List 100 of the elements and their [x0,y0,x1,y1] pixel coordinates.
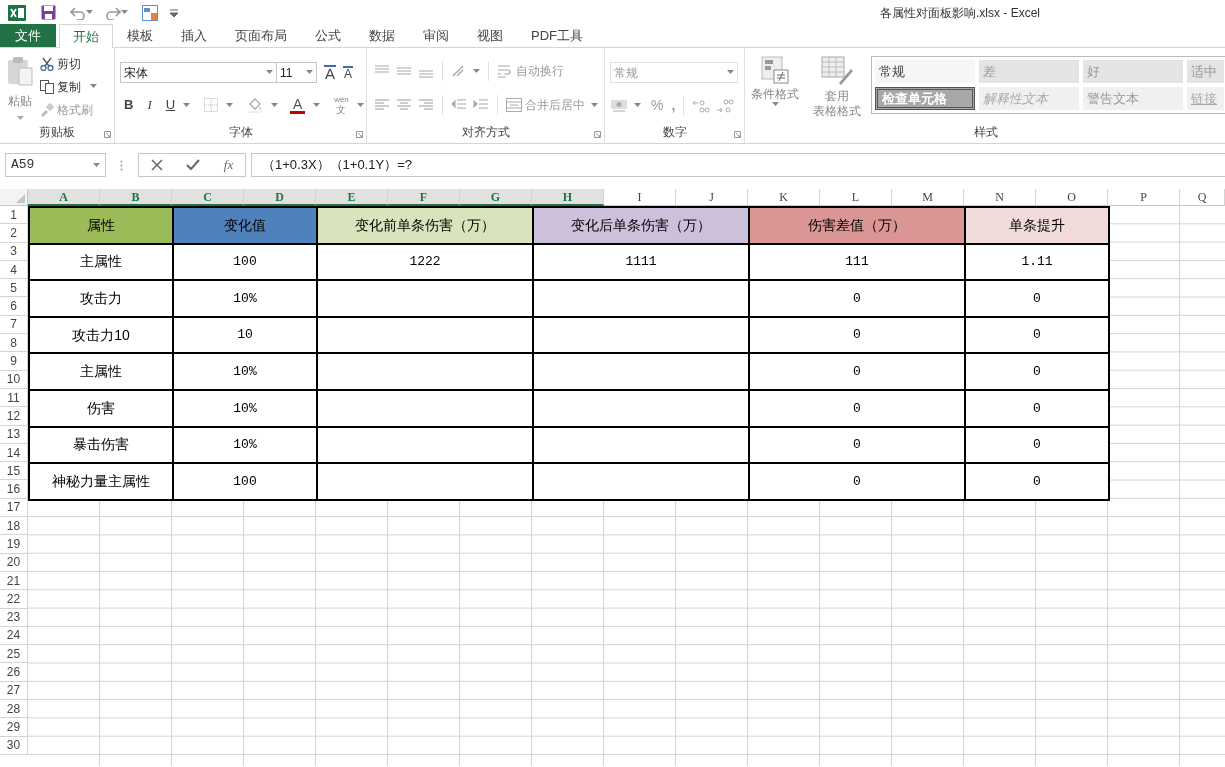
row-header[interactable]: 30 [0,736,28,755]
column-header[interactable]: D [244,189,316,206]
caret-icon[interactable] [313,102,321,108]
file-tab[interactable]: 文件 [0,24,56,47]
select-all-icon[interactable] [16,194,25,203]
italic-button[interactable]: I [147,95,152,115]
save-icon[interactable] [41,5,56,20]
ribbon-tab[interactable]: 审阅 [409,24,463,47]
column-header[interactable]: H [532,189,604,206]
ribbon-tab[interactable]: 模板 [113,24,167,47]
more-vertical-icon [120,159,123,171]
align-left-icon[interactable] [374,98,390,112]
column-header[interactable]: N [964,189,1036,206]
column-header[interactable]: I [604,189,676,206]
fill-bucket-icon[interactable] [247,97,264,113]
column-header[interactable]: F [388,189,460,206]
font-color-button[interactable]: A [290,96,306,114]
increase-indent-icon[interactable] [473,98,489,112]
row-header[interactable]: 19 [0,535,28,554]
column-header[interactable]: C [172,189,244,206]
group-label: 样式 [974,124,998,141]
table-cell: 10% [174,427,318,465]
increase-decimal-icon[interactable] [692,98,711,113]
customize-caret-icon[interactable] [170,8,178,17]
paste-button[interactable]: 粘贴 [0,48,40,121]
column-header[interactable]: L [820,189,892,206]
column-header[interactable]: P [1108,189,1180,206]
row-header[interactable]: 20 [0,553,28,572]
ribbon-tab[interactable]: 开始 [59,24,113,48]
ribbon-tab[interactable]: 页面布局 [221,24,301,47]
column-header[interactable]: O [1036,189,1108,206]
insert-function-button[interactable]: fx [223,155,234,175]
bold-button[interactable]: B [124,95,134,115]
shrink-font-button[interactable]: A [343,65,354,80]
grow-font-button[interactable]: A [324,64,336,81]
currency-icon[interactable] [610,98,628,113]
column-header[interactable]: M [892,189,964,206]
undo-icon[interactable] [70,5,86,20]
ribbon-tab[interactable]: 公式 [301,24,355,47]
column-header[interactable]: A [28,189,100,206]
ribbon-tab[interactable]: 插入 [167,24,221,47]
font-name-field[interactable]: 宋体 [120,62,277,83]
column-header[interactable]: J [676,189,748,206]
row-header[interactable]: 26 [0,663,28,682]
caret-icon[interactable] [86,10,93,15]
row-header[interactable]: 23 [0,608,28,627]
row-header[interactable]: 28 [0,700,28,719]
underline-button[interactable]: U [165,95,176,115]
row-header[interactable]: 22 [0,590,28,609]
dialog-launcher-icon[interactable] [356,131,363,138]
column-header[interactable]: Q [1180,189,1225,206]
row-header[interactable]: 21 [0,571,28,591]
dialog-launcher-icon[interactable] [104,131,111,138]
cut-button[interactable]: 剪切 [40,54,97,73]
dialog-launcher-icon[interactable] [734,131,741,138]
column-header[interactable]: E [316,189,388,206]
ribbon-tab[interactable]: PDF工具 [517,24,597,47]
dialog-launcher-icon[interactable] [594,131,601,138]
conditional-format-icon [761,56,789,84]
caret-icon[interactable] [183,102,191,108]
caret-icon [16,116,24,121]
borders-icon[interactable] [204,98,219,112]
enter-check-icon[interactable] [186,159,201,171]
name-box[interactable]: A59 [5,153,106,177]
copy-icon [40,79,54,94]
cancel-icon[interactable] [150,159,163,171]
ribbon-tab[interactable]: 视图 [463,24,517,47]
redo-icon[interactable] [105,5,121,20]
caret-icon[interactable] [226,102,234,108]
row-header[interactable]: 27 [0,681,28,700]
align-middle-icon[interactable] [396,64,412,78]
decrease-decimal-icon[interactable] [716,98,735,113]
align-right-icon[interactable] [418,98,434,112]
orientation-icon[interactable] [451,64,467,78]
align-center-icon[interactable] [396,98,412,112]
form-icon[interactable] [142,4,158,21]
caret-icon[interactable] [473,68,480,74]
column-header[interactable]: G [460,189,532,206]
font-size-field[interactable]: 11 [277,62,317,83]
row-header[interactable]: 25 [0,645,28,664]
column-header[interactable]: K [748,189,820,206]
ribbon-tab[interactable]: 数据 [355,24,409,47]
column-header[interactable]: B [100,189,172,206]
caret-icon[interactable] [591,102,598,108]
caret-icon[interactable] [121,10,128,15]
caret-icon[interactable] [271,102,279,108]
cell-style[interactable]: 常规 [875,60,975,83]
row-header[interactable]: 18 [0,517,28,536]
conditional-format-button[interactable]: 条件格式 [751,48,799,121]
row-header[interactable]: 24 [0,626,28,646]
row-header[interactable]: 29 [0,718,28,737]
decrease-indent-icon[interactable] [451,98,467,112]
caret-icon[interactable] [634,103,641,108]
phonetic-button[interactable]: wén 文 [334,95,349,115]
formula-field[interactable]: （1+0.3X）（1+0.1Y）=? [251,153,1225,177]
row-header[interactable]: 17 [0,498,28,518]
format-as-table-button[interactable]: 套用 表格格式 [813,48,861,121]
copy-button[interactable]: 复制 [40,77,97,96]
group-label: 剪贴板 [39,124,75,141]
caret-icon[interactable] [356,102,364,108]
